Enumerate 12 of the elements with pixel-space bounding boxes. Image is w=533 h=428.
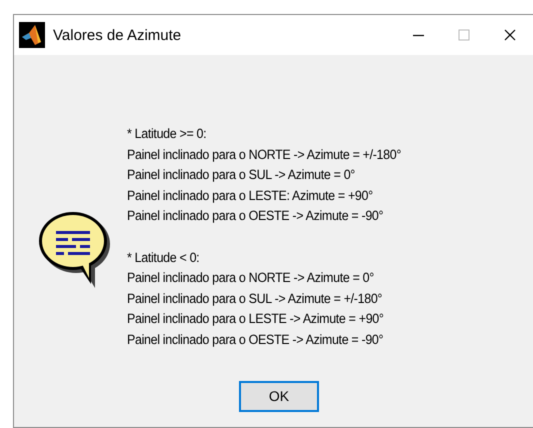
message-line: Painel inclinado para o LESTE: Azimute = +90° (127, 186, 374, 205)
ok-button[interactable]: OK (239, 380, 319, 412)
message-line: Painel inclinado para o SUL -> Azimute = +/-180° (127, 290, 384, 308)
message-line: Painel inclinado para o SUL -> Azimute = 0° (127, 166, 356, 184)
message-line: Painel inclinado para o LESTE -> Azimute = +90° (127, 310, 385, 328)
group-heading: * Latitude >= 0: (127, 125, 208, 143)
window-title: Valores de Azimute (53, 26, 182, 44)
message-line: Painel inclinado para o NORTE -> Azimute = 0° (127, 269, 375, 288)
message-line: Painel inclinado para o NORTE -> Azimute = +/-180° (127, 146, 402, 164)
message-line: Painel inclinado para o OESTE -> Azimute = -90° (127, 207, 384, 226)
message-line: Painel inclinado para o OESTE -> Azimute = -90° (127, 330, 384, 349)
group-heading: * Latitude < 0: (127, 248, 200, 267)
